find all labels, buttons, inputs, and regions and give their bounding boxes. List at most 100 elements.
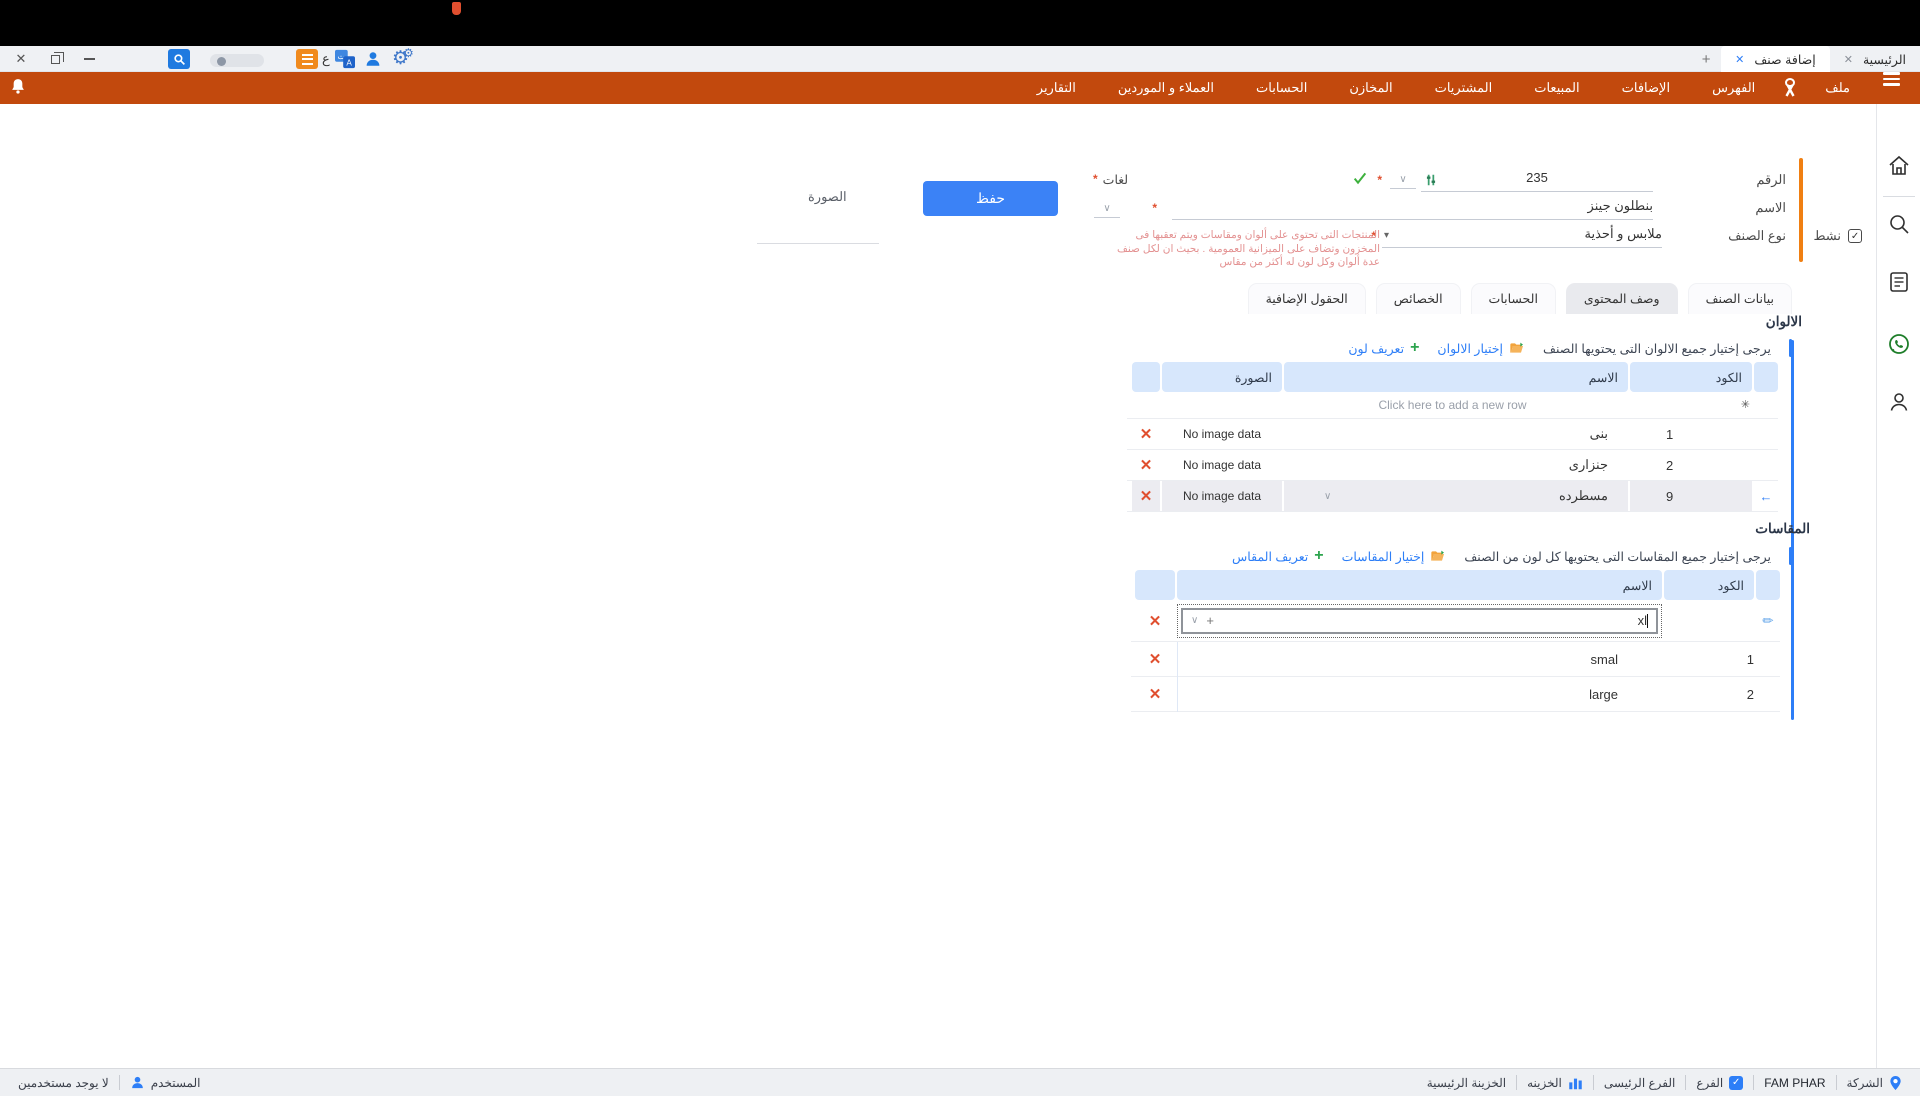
restore-window-icon[interactable] <box>40 46 70 72</box>
colors-instruction: يرجى إختيار جميع الالوان التى يحتويها ال… <box>1543 341 1771 356</box>
cell-edit-marquee: xl + ∨ <box>1177 604 1662 638</box>
row-selector[interactable]: ✎ <box>1756 600 1780 642</box>
delete-cell[interactable]: ✕ <box>1132 481 1160 511</box>
toolbar-toggle[interactable] <box>210 54 264 67</box>
branch-indicator[interactable]: ✓ الفرع <box>1686 1076 1753 1090</box>
row-selector[interactable] <box>1754 450 1778 480</box>
separator <box>1685 1075 1686 1090</box>
tab-home[interactable]: الرئيسية ✕ <box>1830 46 1920 72</box>
define-color-button[interactable]: + تعريف لون <box>1348 339 1419 357</box>
document-icon[interactable] <box>1887 270 1911 294</box>
row-selector[interactable] <box>1756 642 1780 677</box>
tab-content-description[interactable]: وصف المحتوى <box>1566 283 1678 314</box>
company-indicator[interactable]: الشركة <box>1837 1075 1912 1091</box>
new-tab-button[interactable]: + <box>1691 46 1721 72</box>
color-name-cell[interactable]: مسطرده ∨ <box>1284 481 1628 511</box>
row-selector[interactable] <box>1756 677 1780 712</box>
user-indicator[interactable]: المستخدم <box>120 1075 211 1090</box>
tab-extra-fields[interactable]: الحقول الإضافية <box>1248 283 1366 314</box>
chevron-down-icon[interactable]: ∨ <box>1191 615 1198 626</box>
size-name-input[interactable]: xl + ∨ <box>1181 608 1658 634</box>
active-checkbox[interactable]: ✓ <box>1848 229 1862 243</box>
pick-colors-button[interactable]: إختيار الالوان <box>1437 341 1525 356</box>
tab-properties[interactable]: الخصائص <box>1376 283 1461 314</box>
table-row[interactable]: 1 smal ✕ <box>1131 642 1780 677</box>
users-status-text: لا يوجد مستخدمين <box>18 1076 109 1090</box>
hamburger-menu-icon[interactable] <box>1871 72 1912 104</box>
search-side-icon[interactable] <box>1887 212 1911 236</box>
delete-cell[interactable]: ✕ <box>1132 450 1160 480</box>
pick-sizes-button[interactable]: إختيار المقاسات <box>1342 549 1447 564</box>
separator <box>1593 1075 1594 1090</box>
menu-purchases[interactable]: المشتريات <box>1414 72 1514 104</box>
whatsapp-icon[interactable] <box>1887 332 1911 356</box>
size-editing-row[interactable]: ✎ xl + ∨ ✕ <box>1131 600 1780 642</box>
languages-control[interactable]: لغات * <box>1093 172 1128 187</box>
delete-row-icon[interactable]: ✕ <box>1132 425 1160 443</box>
delete-cell[interactable]: ✕ <box>1132 419 1160 449</box>
folder-open-icon <box>1430 549 1446 563</box>
table-row[interactable]: 2 جنزارى No image data ✕ <box>1127 450 1778 481</box>
plus-icon: + <box>1410 339 1419 357</box>
type-select[interactable]: ملابس و أحذية ▾ <box>1382 226 1662 248</box>
colors-header-row: الكود الاسم الصورة <box>1127 362 1778 392</box>
delete-row-icon[interactable]: ✕ <box>1135 685 1175 703</box>
color-image: No image data <box>1162 450 1282 480</box>
row-selector[interactable] <box>1754 419 1778 449</box>
languages-dropdown[interactable]: ∨ <box>1094 198 1120 218</box>
close-tab-icon[interactable]: ✕ <box>1735 53 1744 66</box>
search-icon[interactable] <box>168 49 190 69</box>
save-button[interactable]: حفظ <box>923 181 1058 216</box>
delete-cell[interactable]: ✕ <box>1135 677 1175 712</box>
list-icon[interactable] <box>296 49 318 69</box>
define-size-button[interactable]: + تعريف المقاس <box>1232 547 1324 565</box>
size-name: large <box>1177 677 1662 712</box>
number-field[interactable]: 235 <box>1421 170 1653 192</box>
size-name-edit-cell[interactable]: xl + ∨ <box>1177 600 1662 642</box>
add-new-row[interactable]: Click here to add a new row ✳ <box>1127 392 1778 419</box>
name-column-header: الاسم <box>1177 570 1662 600</box>
active-checkbox-row[interactable]: ✓ نشط <box>1813 228 1862 244</box>
menu-file[interactable]: ملف <box>1804 72 1871 104</box>
delete-cell[interactable]: ✕ <box>1135 642 1175 677</box>
delete-row-icon[interactable]: ✕ <box>1135 650 1175 668</box>
menu-customers-suppliers[interactable]: العملاء و الموردين <box>1097 72 1235 104</box>
close-window-icon[interactable]: ✕ <box>6 46 36 72</box>
user-icon[interactable] <box>362 49 384 69</box>
treasury-indicator[interactable]: الخزينه <box>1517 1076 1593 1090</box>
table-row-selected[interactable]: ← 9 مسطرده ∨ No image data ✕ <box>1127 481 1778 512</box>
tab-item-data[interactable]: بيانات الصنف <box>1688 283 1792 314</box>
language-letter[interactable]: ع <box>322 51 330 67</box>
size-code-empty <box>1664 600 1754 642</box>
tab-accounts[interactable]: الحسابات <box>1471 283 1556 314</box>
table-row[interactable]: 2 large ✕ <box>1131 677 1780 712</box>
name-field[interactable]: بنطلون جينز <box>1172 198 1653 220</box>
add-row-hint: Click here to add a new row <box>1378 398 1526 412</box>
table-row[interactable]: 1 بنى No image data ✕ <box>1127 419 1778 450</box>
required-mark: * <box>1152 201 1157 215</box>
delete-row-icon[interactable]: ✕ <box>1132 487 1160 505</box>
menu-reports[interactable]: التقارير <box>1016 72 1097 104</box>
notifications-bell-icon[interactable] <box>8 76 28 98</box>
number-settings-icon[interactable] <box>1424 173 1438 187</box>
chevron-down-icon[interactable]: ∨ <box>1324 491 1331 502</box>
row-selector[interactable]: ← <box>1754 481 1778 511</box>
delete-row-icon[interactable]: ✕ <box>1132 456 1160 474</box>
minimize-window-icon[interactable] <box>74 46 104 72</box>
menu-index[interactable]: الفهرس <box>1691 72 1776 104</box>
menu-sales[interactable]: المبيعات <box>1513 72 1600 104</box>
delete-cell[interactable]: ✕ <box>1135 600 1175 642</box>
tab-add-item[interactable]: إضافة صنف ✕ <box>1721 46 1830 72</box>
number-dropdown[interactable]: ∨ <box>1390 169 1416 189</box>
delete-row-icon[interactable]: ✕ <box>1135 612 1175 630</box>
menu-addons[interactable]: الإضافات <box>1601 72 1691 104</box>
folder-open-icon <box>1509 341 1525 355</box>
add-option-icon[interactable]: + <box>1206 613 1214 628</box>
close-tab-icon[interactable]: ✕ <box>1844 53 1853 66</box>
settings-gear-icon[interactable]: ⚙⚙ <box>392 47 420 70</box>
home-icon[interactable] <box>1887 154 1911 178</box>
translate-icon[interactable]: تA <box>334 49 356 69</box>
menu-warehouses[interactable]: المخازن <box>1328 72 1413 104</box>
menu-accounts[interactable]: الحسابات <box>1235 72 1328 104</box>
contact-person-icon[interactable] <box>1887 390 1911 414</box>
